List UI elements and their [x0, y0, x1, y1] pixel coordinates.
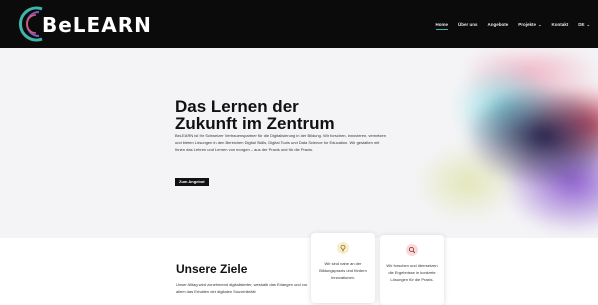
hero-section: Das Lernen der Zukunft im Zentrum BeLEAR…: [0, 48, 598, 238]
chevron-down-icon: ⌄: [537, 21, 542, 27]
magnifier-icon: [406, 244, 418, 256]
language-label: DE: [578, 21, 585, 27]
nav-about[interactable]: Über uns: [458, 22, 478, 27]
offers-button[interactable]: Zum Angebot: [175, 178, 209, 186]
hero-title-line2: Zukunft im Zentrum: [175, 114, 335, 133]
logo[interactable]: BeLEARN: [12, 6, 162, 42]
lightbulb-icon: [337, 242, 349, 254]
language-selector[interactable]: DE ⌄: [578, 22, 590, 27]
logo-text: BeLEARN: [42, 13, 152, 37]
goal-card: Wir forschen und übersetzen die Ergebnis…: [380, 235, 444, 305]
nav-projects[interactable]: Projekte ⌄: [518, 22, 541, 27]
goal-card-text: Wir forschen und übersetzen die Ergebnis…: [386, 263, 438, 282]
nav-offers[interactable]: Angebote: [488, 22, 509, 27]
hero-title: Das Lernen der Zukunft im Zentrum: [175, 98, 415, 132]
hero-description: BeLEARN ist Ihr Schweizer Vertrauenspart…: [175, 133, 386, 152]
site-header: BeLEARN Home Über uns Angebote Projekte …: [0, 0, 598, 48]
goal-card: Wir sind nahe an der Bildungspraxis und …: [311, 233, 375, 303]
nav-contact[interactable]: Kontakt: [552, 22, 569, 27]
nav-home[interactable]: Home: [435, 22, 448, 30]
goals-title: Unsere Ziele: [176, 262, 248, 276]
nav-projects-label: Projekte: [518, 21, 537, 27]
main-nav: Home Über uns Angebote Projekte ⌄ Kontak…: [435, 0, 590, 48]
hero-gradient-graphic: [368, 53, 598, 238]
goal-card-text: Wir sind nahe an der Bildungspraxis und …: [319, 261, 367, 280]
chevron-down-icon: ⌄: [585, 21, 590, 27]
goals-description: Unser Alltag wird zunehmend digitalisier…: [176, 282, 308, 294]
goals-section: Unsere Ziele Unser Alltag wird zunehmend…: [0, 233, 598, 305]
